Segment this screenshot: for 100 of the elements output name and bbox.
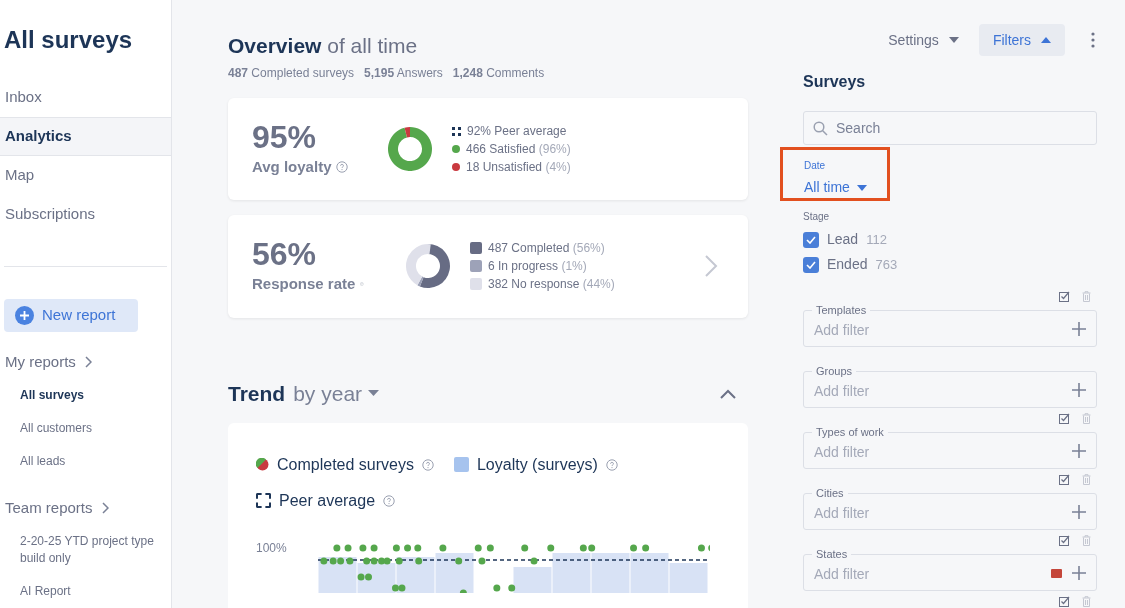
stat-text: 487 Completed surveys [228, 65, 355, 82]
dashed-square-icon [256, 493, 271, 509]
legend-text: 382 No response (44%) [488, 276, 615, 294]
stat-value: 56% [252, 237, 318, 272]
count-text: 763 [875, 255, 898, 274]
legend-text: Completed surveys [277, 454, 414, 475]
check-edit-icon[interactable] [1059, 474, 1070, 485]
check-edit-icon[interactable] [1059, 596, 1070, 607]
data-point [493, 584, 501, 592]
plus-icon [1072, 504, 1086, 519]
data-point [395, 557, 403, 565]
bar [630, 552, 669, 593]
data-point [404, 544, 412, 552]
legend-text: Loyalty (surveys) [476, 454, 598, 475]
data-point [478, 557, 486, 565]
period-dropdown[interactable]: by year [293, 377, 363, 410]
search-field[interactable]: Search [803, 111, 1097, 145]
nav-item[interactable]: Subscriptions [0, 194, 171, 234]
legend-text: 92% Peer average [467, 123, 567, 141]
report-item[interactable]: All customers [0, 411, 171, 445]
checkbox[interactable] [803, 256, 819, 273]
report-item[interactable]: AI Report [0, 575, 171, 608]
check-edit-icon[interactable] [1059, 535, 1070, 546]
section-heading[interactable]: Team reports [5, 497, 93, 520]
data-point [474, 544, 482, 552]
plus-icon [1072, 443, 1086, 458]
axis-label: 100% [256, 539, 288, 557]
report-item[interactable]: All surveys [0, 378, 171, 412]
stat-text: 1,248 Comments [452, 65, 545, 82]
report-item[interactable]: All leads [0, 444, 171, 478]
placeholder-text: Add filter [814, 565, 870, 584]
check-edit-icon[interactable] [1059, 413, 1070, 424]
data-point [630, 544, 638, 552]
caret-down-icon [948, 37, 959, 43]
legend-text: 6 In progress (1%) [488, 258, 587, 276]
data-point [344, 544, 352, 552]
new-report-button[interactable]: New report [4, 298, 138, 332]
section-title: Overview of all time [228, 33, 419, 56]
data-point [392, 544, 400, 552]
date-dropdown[interactable]: All time [804, 177, 867, 198]
placeholder-text: Add filter [814, 382, 870, 401]
nav-item[interactable]: Analytics [0, 116, 171, 156]
field-label: Types of work [812, 425, 888, 439]
data-point [439, 544, 447, 552]
legend-swatch [453, 457, 469, 473]
nav-item[interactable]: Map [0, 155, 171, 195]
field-label: Date [804, 159, 827, 173]
check-icon [806, 235, 816, 244]
report-item[interactable]: 2-20-25 YTD project type build only [0, 525, 171, 575]
data-point [521, 544, 529, 552]
stat-label: Response rate [252, 274, 356, 295]
plus-icon [1072, 565, 1086, 580]
data-point [415, 557, 423, 565]
plus-icon [1072, 321, 1086, 336]
more-icon[interactable] [1091, 32, 1095, 48]
filters-button[interactable]: Filters [978, 24, 1065, 56]
page-title: All surveys [3, 25, 134, 55]
plus-icon [1072, 382, 1086, 397]
data-point [370, 544, 378, 552]
bar [435, 552, 474, 593]
panel-title: Surveys [803, 72, 867, 92]
stat-text: 5,195 Answers [364, 65, 443, 82]
bar [591, 552, 630, 593]
data-point [697, 544, 705, 552]
caret-up-icon [1041, 37, 1051, 43]
placeholder-text: Add filter [814, 504, 870, 523]
section-heading[interactable]: My reports [5, 351, 76, 374]
data-point [414, 544, 422, 552]
chevron-right-icon [83, 356, 92, 369]
data-point [642, 544, 650, 552]
placeholder-text: Add filter [814, 443, 870, 462]
nav-item[interactable]: Inbox [0, 78, 171, 117]
option-label: Ended [827, 255, 868, 274]
data-point [359, 544, 367, 552]
count-text: 112 [866, 230, 887, 249]
check-edit-icon[interactable] [1059, 291, 1070, 302]
legend-text: 487 Completed (56%) [488, 240, 605, 258]
option-label: Lead [827, 230, 859, 249]
data-point [547, 544, 555, 552]
field-label: Groups [812, 364, 857, 378]
plus-icon [15, 305, 34, 325]
checkbox[interactable] [803, 231, 819, 248]
legend-text: 466 Satisfied (96%) [466, 141, 571, 159]
data-point [486, 544, 494, 552]
search-icon [813, 121, 828, 136]
field-label: Templates [812, 303, 871, 317]
data-point [530, 557, 538, 565]
stat-value: 95% [252, 119, 318, 154]
data-point [459, 589, 467, 593]
settings-button[interactable]: Settings [878, 24, 969, 56]
data-point [333, 544, 341, 552]
caret-down-icon [856, 184, 867, 191]
bar [669, 562, 708, 593]
field-label: Cities [812, 486, 848, 500]
legend-text: Peer average [279, 490, 376, 511]
chevron-right-icon [100, 502, 109, 515]
section-title: Trend [228, 380, 286, 407]
check-icon [806, 260, 816, 269]
collapse-icon[interactable] [720, 388, 736, 399]
data-point [508, 584, 516, 592]
